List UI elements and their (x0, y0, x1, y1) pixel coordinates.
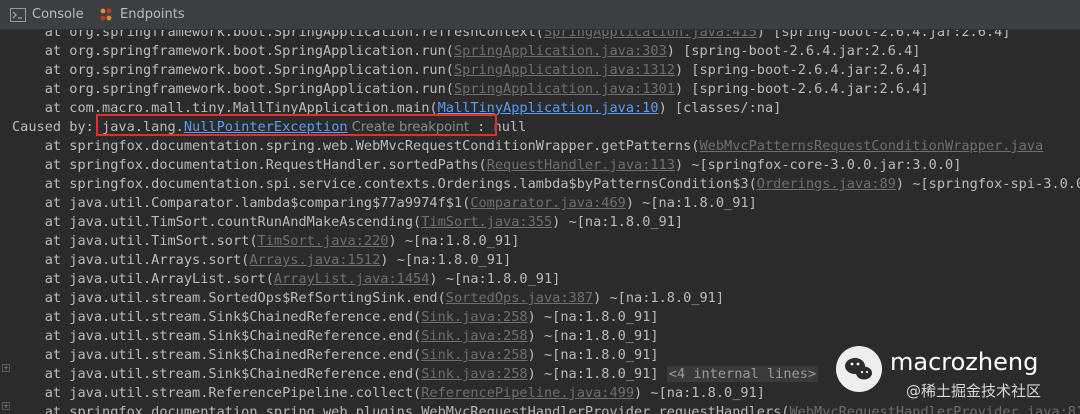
line-suffix: ) ~[springfox-core-3.0.0.jar:3.0.0] (674, 157, 962, 173)
line-text: at springfox.documentation.spring.web.We… (12, 138, 700, 154)
watermark-name: macrozheng (890, 348, 1039, 376)
line-suffix: ) ~[na:1.8.0_91] (429, 271, 561, 287)
line-text: at springfox.documentation.RequestHandle… (12, 157, 487, 173)
source-link[interactable]: SortedOps.java:387 (446, 290, 593, 306)
source-link[interactable]: Comparator.java:469 (470, 195, 626, 211)
wechat-logo-icon (836, 346, 882, 392)
source-link[interactable]: Sink.java:258 (421, 366, 527, 382)
line-suffix: ) ~[na:1.8.0_91] (527, 309, 659, 325)
source-link[interactable]: Sink.java:258 (421, 328, 527, 344)
stack-trace-line: at java.util.stream.Sink$ChainedReferenc… (12, 365, 819, 384)
tool-window-tabbar: Console Endpoints (0, 0, 1080, 30)
line-text: at java.util.TimSort.countRunAndMakeAsce… (12, 214, 422, 230)
line-text: at org.springframework.boot.SpringApplic… (12, 43, 454, 59)
source-link[interactable]: Sink.java:258 (421, 347, 527, 363)
source-link[interactable]: SpringApplication.java:1301 (454, 81, 675, 97)
line-suffix: ) ~[na:1.8.0_91] (527, 347, 659, 363)
line-suffix: ) ~[na:1.8.0_91] (527, 366, 667, 382)
stack-trace-line: at java.util.TimSort.sort(TimSort.java:2… (12, 232, 520, 251)
console-icon (10, 7, 26, 22)
line-text: at java.util.stream.Sink$ChainedReferenc… (12, 366, 422, 382)
stack-trace-line: at org.springframework.boot.SpringApplic… (12, 80, 929, 99)
line-suffix: ) ~[na:1.8.0_91] (552, 214, 684, 230)
line-suffix: ) ~[na:1.8.0_91] (593, 290, 725, 306)
stack-trace-line: at springfox.documentation.RequestHandle… (12, 156, 962, 175)
stack-trace-line: at org.springframework.boot.SpringApplic… (12, 61, 929, 80)
source-link[interactable]: ArrayList.java:1454 (274, 271, 430, 287)
stack-trace-line: at org.springframework.boot.SpringApplic… (12, 42, 921, 61)
source-link[interactable]: ReferencePipeline.java:499 (421, 385, 634, 401)
stack-trace-line: at java.util.Arrays.sort(Arrays.java:151… (12, 251, 512, 270)
line-text: at org.springframework.boot.SpringApplic… (12, 30, 544, 40)
stack-trace-line: at java.util.stream.ReferencePipeline.co… (12, 384, 765, 403)
stack-trace-line: at springfox.documentation.spi.service.c… (12, 175, 1080, 194)
line-suffix: ) ~[na:1.8.0_91] (634, 385, 765, 401)
stack-trace-line: at java.util.stream.Sink$ChainedReferenc… (12, 327, 659, 346)
line-text: at org.springframework.boot.SpringApplic… (12, 81, 454, 97)
line-text: at java.util.stream.Sink$ChainedReferenc… (12, 328, 422, 344)
line-suffix: ) ~[na:1.8.0_91] (625, 195, 757, 211)
line-text: at java.util.stream.ReferencePipeline.co… (12, 385, 422, 401)
source-link[interactable]: RequestHandler.java:113 (487, 157, 675, 173)
stack-trace-line: at java.util.TimSort.countRunAndMakeAsce… (12, 213, 683, 232)
line-text: at java.util.ArrayList.sort( (12, 271, 274, 287)
line-suffix: ) [classes/:na] (658, 100, 782, 116)
line-text: at java.util.stream.Sink$ChainedReferenc… (12, 309, 422, 325)
line-text: at java.util.TimSort.sort( (12, 233, 258, 249)
line-suffix: ) ~[na:1.8.0_91] (380, 252, 512, 268)
stack-trace-line: at java.util.stream.Sink$ChainedReferenc… (12, 308, 659, 327)
stack-trace-line: at java.util.Comparator.lambda$comparing… (12, 194, 757, 213)
line-text: at java.util.Arrays.sort( (12, 252, 250, 268)
source-link[interactable]: Sink.java:258 (421, 309, 527, 325)
stack-trace-line: at java.util.stream.SortedOps$RefSorting… (12, 289, 724, 308)
source-link[interactable]: SpringApplication.java:415 (544, 30, 757, 40)
line-text: at java.util.stream.SortedOps$RefSorting… (12, 290, 446, 306)
stack-trace-line: at java.util.stream.Sink$ChainedReferenc… (12, 346, 659, 365)
tab-console[interactable]: Console (10, 0, 84, 29)
watermark: macrozheng @稀土掘金技术社区 (836, 346, 1076, 412)
source-link[interactable]: SpringApplication.java:1312 (454, 62, 675, 78)
tab-console-label: Console (32, 7, 84, 22)
line-suffix: ) [spring-boot-2.6.4.jar:2.6.4] (756, 30, 1011, 40)
line-text: at java.util.stream.Sink$ChainedReferenc… (12, 347, 422, 363)
source-link[interactable]: TimSort.java:220 (258, 233, 389, 249)
line-suffix: ) [spring-boot-2.6.4.jar:2.6.4] (674, 62, 929, 78)
source-link[interactable]: Arrays.java:1512 (249, 252, 380, 268)
stack-trace-line: at org.springframework.boot.SpringApplic… (12, 30, 1011, 42)
line-suffix: ) ~[springfox-spi-3.0.0.j (895, 176, 1080, 192)
tab-endpoints-label: Endpoints (120, 7, 185, 22)
source-link[interactable]: Orderings.java:89 (757, 176, 896, 192)
source-link[interactable]: WebMvcPatternsRequestConditionWrapper.ja… (699, 138, 1043, 154)
tab-endpoints[interactable]: Endpoints (98, 0, 185, 29)
highlight-box (96, 114, 497, 136)
stack-trace-line: at java.util.ArrayList.sort(ArrayList.ja… (12, 270, 561, 289)
source-link[interactable]: SpringApplication.java:303 (454, 43, 667, 59)
line-suffix: ) ~[na:1.8.0_91] (527, 328, 659, 344)
stack-trace-line: at springfox.documentation.spring.web.We… (12, 137, 1043, 156)
line-text: at springfox.documentation.spring.web.pl… (12, 404, 790, 414)
endpoints-icon (100, 8, 112, 20)
line-suffix: ) ~[na:1.8.0_91] (388, 233, 520, 249)
line-text: at springfox.documentation.spi.service.c… (12, 176, 757, 192)
line-suffix: ) [spring-boot-2.6.4.jar:2.6.4] (666, 43, 921, 59)
watermark-subtitle: @稀土掘金技术社区 (906, 382, 1042, 400)
line-text: at java.util.Comparator.lambda$comparing… (12, 195, 471, 211)
internal-lines-fold[interactable]: <4 internal lines> (666, 366, 819, 382)
line-text: at org.springframework.boot.SpringApplic… (12, 62, 454, 78)
source-link[interactable]: TimSort.java:355 (421, 214, 552, 230)
line-suffix: ) [spring-boot-2.6.4.jar:2.6.4] (674, 81, 929, 97)
